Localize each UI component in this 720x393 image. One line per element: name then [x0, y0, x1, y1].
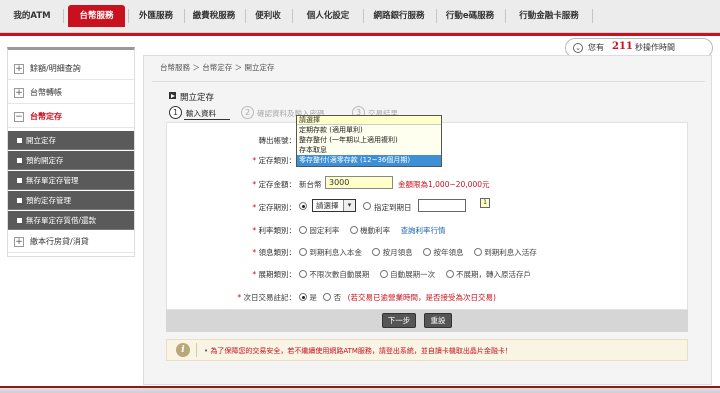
info-icon: i [176, 343, 190, 357]
sidebar-subitem-label: 開立定存 [26, 136, 56, 145]
nav-divider [63, 9, 64, 23]
deposit-type-dropdown[interactable]: 請選擇 定期存款 (適用單利) 整存整付 (一年期以上適用複利) 存本取息 零存… [296, 115, 442, 167]
nextday-options[interactable]: 是 否 (若交易已逾營業時間，是否接受為次日交易) [299, 292, 496, 303]
nav-divider [292, 9, 293, 23]
divider [196, 343, 197, 357]
nextday-note: (若交易已逾營業時間，是否接受為次日交易) [347, 293, 496, 302]
sidebar-subitem-label: 無存單定存管理 [26, 176, 79, 185]
dropdown-option[interactable]: 存本取息 [297, 145, 441, 155]
period-date-label: 指定到期日 [374, 203, 412, 212]
security-notice-text: • 為了保障您的交易安全，若不繼續使用網路ATM服務，請登出系統，並自讀卡機取出… [204, 347, 512, 355]
step-number: 2 [241, 106, 254, 119]
interest-type-options[interactable]: 到期利息入本金 按月領息 按年領息 到期利息入活存 [299, 247, 545, 258]
sidebar-subitem-scheduled-open[interactable]: 預約開定存 [8, 151, 134, 170]
step-underline [184, 119, 230, 120]
sidebar-subitem-pledge-loan[interactable]: 無存單定存質借/還款 [8, 211, 134, 230]
breadcrumb: 台幣服務 ＞ 台幣定存 ＞ 開立定存 [160, 63, 275, 72]
sidebar: + 餘額/明細查詢 + 台幣轉帳 − 台幣定存 開立定存 預約開定存 無存單定存… [7, 47, 135, 257]
amount-currency: 新台幣 [299, 180, 322, 189]
sidebar-subitem-scheduled-mgmt[interactable]: 預約定存管理 [8, 191, 134, 210]
nav-divider [128, 9, 129, 23]
period-radio-date[interactable] [363, 202, 371, 211]
account-label: 轉出帳號： [258, 136, 297, 145]
sidebar-subitem-no-certificate-mgmt[interactable]: 無存單定存管理 [8, 171, 134, 190]
renew-type-options[interactable]: 不限次數自動展期 自動展期一次 不展期，轉入原活存戶 [299, 269, 539, 280]
period-radio-select[interactable] [299, 202, 307, 211]
bullet-icon [17, 218, 22, 223]
amount-hint: 金額限為1,000~20,000元 [398, 180, 490, 189]
nav-divider [592, 9, 593, 23]
rate-type-label: * 利率類別： [252, 226, 296, 235]
minus-icon: − [14, 112, 24, 122]
dropdown-option-highlighted[interactable]: 零存整付(適零存款 (12~36個月期) [297, 154, 441, 166]
deposit-type-label: * 定存類別： [252, 156, 296, 165]
plus-icon: + [14, 237, 24, 247]
step-label-active: 輸入資料 [186, 109, 216, 118]
dropdown-option[interactable]: 整存整付 (一年期以上適用複利) [297, 135, 441, 145]
bullet-icon [17, 198, 22, 203]
dropdown-option[interactable]: 請選擇 [297, 116, 441, 125]
tab-fx-service[interactable]: 外匯服務 [131, 5, 181, 27]
nav-divider [245, 9, 246, 23]
reset-button[interactable]: 重設 [424, 313, 452, 328]
sidebar-item-time-deposit[interactable]: − 台幣定存 [8, 106, 134, 128]
next-button[interactable]: 下一步 [382, 313, 416, 328]
chevron-down-icon: ▾ [343, 200, 355, 211]
tab-online-banking[interactable]: 網路銀行服務 [366, 5, 432, 27]
sidebar-subitem-open-deposit[interactable]: 開立定存 [8, 131, 134, 150]
top-nav: 我的ATM 台幣服務 外匯服務 繳費稅服務 便利收 個人化設定 網路銀行服務 行… [0, 0, 720, 33]
nextday-label: * 次日交易註記： [237, 293, 296, 302]
sidebar-item-loan-payment[interactable]: + 繳本行房貸/消貸 [8, 231, 134, 253]
amount-input[interactable]: 3000 [325, 176, 393, 189]
page-title: 開立定存 [180, 93, 215, 103]
bullet-icon [17, 138, 22, 143]
period-label: * 定存期別： [252, 203, 296, 212]
divider [152, 81, 705, 82]
rate-inquiry-link[interactable]: 查詢利率行情 [401, 226, 446, 235]
tab-my-atm[interactable]: 我的ATM [3, 5, 61, 27]
tab-mobile-ecode[interactable]: 行動e碼服務 [440, 5, 500, 27]
sidebar-item-label: 台幣轉帳 [30, 88, 62, 97]
interest-type-label: * 領息類別： [252, 248, 296, 257]
tab-twd-service[interactable]: 台幣服務 [68, 5, 125, 27]
plus-icon: + [14, 88, 24, 98]
plus-icon: + [14, 64, 24, 74]
footer-accent [0, 386, 720, 388]
sidebar-subitem-label: 無存單定存質借/還款 [26, 216, 97, 225]
sidebar-item-label: 餘額/明細查詢 [30, 64, 81, 73]
sidebar-item-balance[interactable]: + 餘額/明細查詢 [8, 58, 134, 80]
bullet-icon [17, 158, 22, 163]
nav-divider [184, 9, 185, 23]
tab-personal-settings[interactable]: 個人化設定 [296, 5, 360, 27]
sidebar-item-transfer[interactable]: + 台幣轉帳 [8, 82, 134, 104]
title-arrow-icon [169, 92, 176, 99]
maturity-date-input[interactable] [418, 199, 466, 212]
main-panel: 台幣服務 ＞ 台幣定存 ＞ 開立定存 開立定存 1 輸入資料 2 確認資料及輸入… [143, 55, 712, 385]
period-select[interactable]: 請選擇 ▾ [312, 199, 356, 212]
calendar-icon[interactable]: 1 [480, 198, 490, 208]
nav-accent-bar [0, 33, 720, 36]
dropdown-option[interactable]: 定期存款 (適用單利) [297, 125, 441, 135]
rate-type-options[interactable]: 固定利率 機動利率 查詢利率行情 [299, 225, 446, 236]
sidebar-item-label: 台幣定存 [30, 112, 62, 121]
tab-bill-tax[interactable]: 繳費稅服務 [186, 5, 242, 27]
nav-divider [436, 9, 437, 23]
step-number: 1 [169, 106, 182, 119]
nav-divider [505, 9, 506, 23]
sidebar-subitem-label: 預約定存管理 [26, 196, 71, 205]
bullet-icon [17, 178, 22, 183]
timer-seconds: 211 [612, 41, 633, 52]
tab-convenient-collect[interactable]: 便利收 [248, 5, 288, 27]
sidebar-item-label: 繳本行房貸/消貸 [30, 237, 89, 246]
renew-type-label: * 展期類別： [252, 270, 296, 279]
amount-label: * 定存金額： [252, 180, 296, 189]
tab-mobile-card[interactable]: 行動金融卡服務 [510, 5, 588, 27]
nav-divider [363, 9, 364, 23]
sidebar-subitem-label: 預約開定存 [26, 156, 64, 165]
chevron-down-icon[interactable]: ⌄ [573, 43, 583, 53]
